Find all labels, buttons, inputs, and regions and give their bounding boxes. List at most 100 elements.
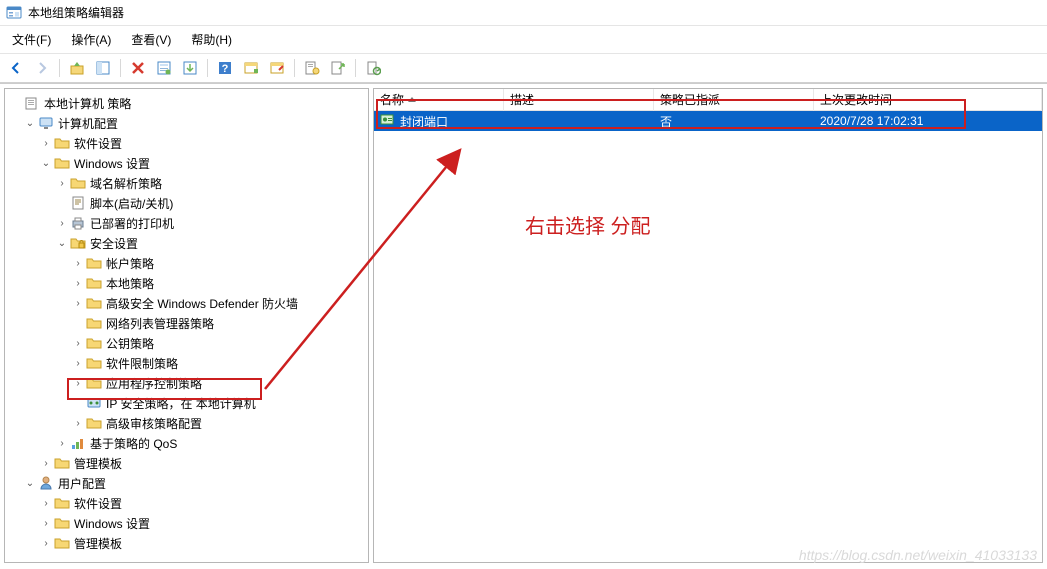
tree-public-key[interactable]: › 公钥策略 bbox=[7, 333, 366, 353]
window-title: 本地组策略编辑器 bbox=[28, 4, 124, 21]
tree-label: 软件设置 bbox=[71, 134, 125, 153]
tree-label: 帐户策略 bbox=[103, 254, 157, 273]
column-label: 上次更改时间 bbox=[820, 91, 892, 108]
menu-file[interactable]: 文件(F) bbox=[4, 28, 59, 51]
menu-help[interactable]: 帮助(H) bbox=[183, 28, 240, 51]
computer-icon bbox=[37, 115, 55, 131]
up-button[interactable] bbox=[65, 57, 89, 79]
expand-icon[interactable]: › bbox=[39, 458, 53, 469]
properties-button[interactable] bbox=[152, 57, 176, 79]
back-button[interactable] bbox=[4, 57, 28, 79]
tree-software-restriction[interactable]: › 软件限制策略 bbox=[7, 353, 366, 373]
tree-software-settings[interactable]: › 软件设置 bbox=[7, 133, 366, 153]
folder-icon bbox=[85, 255, 103, 271]
tree-label: Windows 设置 bbox=[71, 514, 153, 533]
list-pane[interactable]: 名称 描述 策略已指派 上次更改时间 封闭端口 否 2020/7/28 17:0… bbox=[373, 88, 1043, 563]
expand-icon[interactable]: ⌄ bbox=[55, 238, 69, 249]
folder-icon bbox=[85, 335, 103, 351]
tree-audit-policy[interactable]: › 高级审核策略配置 bbox=[7, 413, 366, 433]
tree-label: 软件限制策略 bbox=[103, 354, 181, 373]
expand-icon[interactable]: › bbox=[39, 538, 53, 549]
tree-app-control[interactable]: › 应用程序控制策略 bbox=[7, 373, 366, 393]
expand-icon[interactable]: › bbox=[71, 298, 85, 309]
tree-user-windows[interactable]: › Windows 设置 bbox=[7, 513, 366, 533]
tree-security-settings[interactable]: ⌄ 安全设置 bbox=[7, 233, 366, 253]
expand-icon[interactable]: › bbox=[39, 138, 53, 149]
expand-icon[interactable]: › bbox=[71, 378, 85, 389]
expand-icon[interactable]: ⌄ bbox=[23, 478, 37, 489]
folder-icon bbox=[85, 355, 103, 371]
tree-root[interactable]: 本地计算机 策略 bbox=[7, 93, 366, 113]
expand-icon[interactable]: › bbox=[39, 518, 53, 529]
expand-icon[interactable]: › bbox=[71, 358, 85, 369]
tree-ip-security[interactable]: IP 安全策略，在 本地计算机 bbox=[7, 393, 366, 413]
tree-local-policy[interactable]: › 本地策略 bbox=[7, 273, 366, 293]
refresh-button[interactable] bbox=[361, 57, 385, 79]
tree-label: 软件设置 bbox=[71, 494, 125, 513]
tree-dns-policy[interactable]: › 域名解析策略 bbox=[7, 173, 366, 193]
action-ipsec-1-button[interactable] bbox=[239, 57, 263, 79]
tree-scripts[interactable]: 脚本(启动/关机) bbox=[7, 193, 366, 213]
expand-icon[interactable]: › bbox=[55, 438, 69, 449]
expand-icon[interactable]: › bbox=[71, 338, 85, 349]
forward-button[interactable] bbox=[30, 57, 54, 79]
expand-icon[interactable]: › bbox=[39, 498, 53, 509]
column-label: 策略已指派 bbox=[660, 91, 720, 108]
show-hide-console-tree-button[interactable] bbox=[91, 57, 115, 79]
toolbar-separator bbox=[355, 59, 356, 77]
expand-icon[interactable]: › bbox=[55, 218, 69, 229]
tree-label: 基于策略的 QoS bbox=[87, 434, 180, 453]
assign-button[interactable] bbox=[326, 57, 350, 79]
printer-icon bbox=[69, 215, 87, 231]
column-header-desc[interactable]: 描述 bbox=[504, 88, 654, 111]
tree-account-policy[interactable]: › 帐户策略 bbox=[7, 253, 366, 273]
tree-user-config[interactable]: ⌄ 用户配置 bbox=[7, 473, 366, 493]
tree-label: Windows 设置 bbox=[71, 154, 153, 173]
tree-qos[interactable]: › 基于策略的 QoS bbox=[7, 433, 366, 453]
expand-icon[interactable]: › bbox=[55, 178, 69, 189]
column-header-assigned[interactable]: 策略已指派 bbox=[654, 88, 814, 111]
expand-icon[interactable]: ⌄ bbox=[23, 118, 37, 129]
delete-button[interactable] bbox=[126, 57, 150, 79]
list-body: 封闭端口 否 2020/7/28 17:02:31 bbox=[374, 111, 1042, 131]
menu-view[interactable]: 查看(V) bbox=[123, 28, 179, 51]
folder-icon bbox=[53, 455, 71, 471]
expand-icon[interactable]: ⌄ bbox=[39, 158, 53, 169]
tree-deployed-printers[interactable]: › 已部署的打印机 bbox=[7, 213, 366, 233]
app-icon bbox=[6, 5, 22, 21]
column-label: 描述 bbox=[510, 91, 534, 108]
expand-icon[interactable]: › bbox=[71, 418, 85, 429]
tree-user-software[interactable]: › 软件设置 bbox=[7, 493, 366, 513]
menu-action[interactable]: 操作(A) bbox=[63, 28, 119, 51]
manage-filter-button[interactable] bbox=[300, 57, 324, 79]
column-header-name[interactable]: 名称 bbox=[374, 88, 504, 111]
tree-label: 已部署的打印机 bbox=[87, 214, 177, 233]
action-ipsec-2-button[interactable] bbox=[265, 57, 289, 79]
toolbar-separator bbox=[59, 59, 60, 77]
tree-label: 管理模板 bbox=[71, 454, 125, 473]
toolbar-separator bbox=[120, 59, 121, 77]
column-header-modified[interactable]: 上次更改时间 bbox=[814, 88, 1042, 111]
expand-icon[interactable]: › bbox=[71, 278, 85, 289]
tree-admin-templates[interactable]: › 管理模板 bbox=[7, 453, 366, 473]
tree-label: 用户配置 bbox=[55, 474, 109, 493]
toolbar-separator bbox=[294, 59, 295, 77]
tree-computer-config[interactable]: ⌄ 计算机配置 bbox=[7, 113, 366, 133]
sort-asc-icon bbox=[408, 97, 416, 102]
tree-defender-firewall[interactable]: › 高级安全 Windows Defender 防火墙 bbox=[7, 293, 366, 313]
export-list-button[interactable] bbox=[178, 57, 202, 79]
tree-label: 本地策略 bbox=[103, 274, 157, 293]
menubar: 文件(F) 操作(A) 查看(V) 帮助(H) bbox=[0, 26, 1047, 53]
help-button[interactable]: ? bbox=[213, 57, 237, 79]
policy-tree[interactable]: 本地计算机 策略 ⌄ 计算机配置 › 软件设置 ⌄ Windows 设置 › 域 bbox=[7, 93, 366, 553]
cell-assigned: 否 bbox=[660, 113, 672, 130]
tree-pane[interactable]: 本地计算机 策略 ⌄ 计算机配置 › 软件设置 ⌄ Windows 设置 › 域 bbox=[4, 88, 369, 563]
tree-network-list[interactable]: 网络列表管理器策略 bbox=[7, 313, 366, 333]
folder-icon bbox=[53, 535, 71, 551]
list-row[interactable]: 封闭端口 否 2020/7/28 17:02:31 bbox=[374, 111, 1042, 131]
expand-icon[interactable]: › bbox=[71, 258, 85, 269]
tree-user-admin-templates[interactable]: › 管理模板 bbox=[7, 533, 366, 553]
tree-windows-settings[interactable]: ⌄ Windows 设置 bbox=[7, 153, 366, 173]
tree-label: 高级审核策略配置 bbox=[103, 414, 205, 433]
tree-label: 高级安全 Windows Defender 防火墙 bbox=[103, 294, 301, 313]
